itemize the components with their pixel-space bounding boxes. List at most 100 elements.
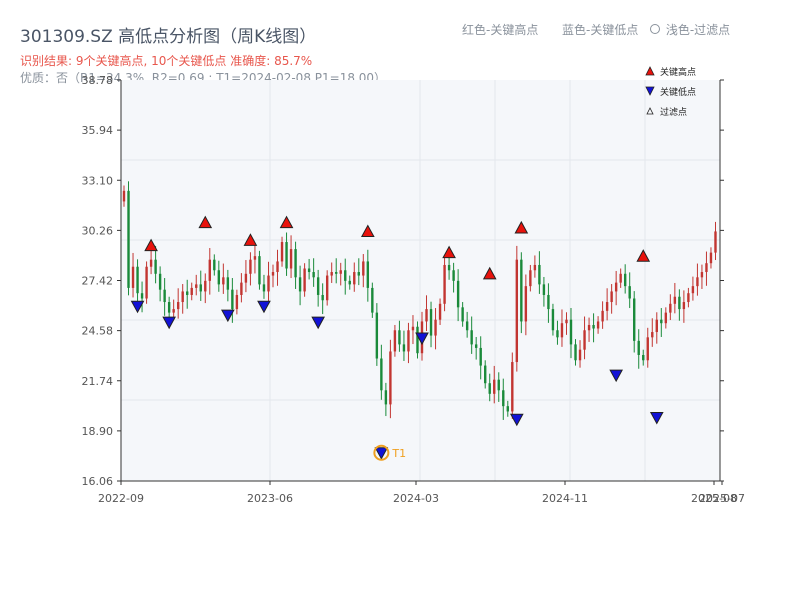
candle-body (330, 272, 333, 276)
candle-body (601, 310, 604, 322)
candle-body (682, 302, 686, 310)
candle-body (547, 294, 550, 310)
candle-body (190, 287, 193, 295)
x-tick-label: 2025-08 (691, 492, 737, 505)
candle-body (493, 379, 496, 394)
candle-body (592, 324, 595, 329)
candle-body (398, 330, 401, 345)
candle-body (714, 231, 717, 253)
candle-body (154, 259, 157, 274)
candle-body (353, 272, 356, 285)
candle (127, 181, 130, 296)
candle-body (312, 272, 315, 278)
candle-body (303, 268, 306, 292)
candle-body (294, 249, 297, 278)
candle-body (366, 261, 370, 288)
candle-body (461, 307, 464, 322)
candle-body (623, 273, 627, 287)
candle-body (646, 337, 649, 361)
candle (520, 252, 523, 334)
candle-body (339, 270, 342, 274)
candle-body (262, 284, 266, 292)
t1-label: T1 (391, 447, 406, 460)
candle-body (678, 296, 681, 310)
candle-body (465, 321, 469, 331)
candle-body (348, 280, 351, 285)
candle-body (258, 256, 261, 285)
candle-body (158, 273, 162, 290)
candle-body (556, 330, 559, 338)
candle-body (375, 312, 379, 359)
candle-body (673, 296, 677, 304)
candle-body (231, 289, 234, 310)
candle-body (249, 259, 252, 274)
candle-body (380, 358, 383, 391)
candle-body (578, 349, 582, 361)
candle-body (122, 190, 126, 202)
candle-body (506, 406, 509, 412)
candle-body (407, 330, 410, 352)
legend-high-icon (645, 66, 655, 76)
candle-body (551, 309, 555, 331)
y-tick-label: 24.58 (82, 325, 114, 338)
candle-body (172, 309, 175, 313)
candle-body (524, 286, 528, 322)
candle-body (696, 277, 699, 287)
y-tick-label: 16.06 (82, 475, 114, 488)
candle-body (217, 270, 221, 285)
candle-body (362, 261, 365, 276)
candle-body (565, 319, 568, 324)
candle-body (637, 340, 640, 355)
candle-body (610, 291, 613, 303)
candle-body (199, 284, 202, 292)
candle-body (384, 390, 388, 405)
candle-body (484, 365, 487, 384)
candle-body (429, 309, 433, 336)
candle-body (213, 259, 216, 271)
candle-body (276, 261, 279, 273)
candle-body (664, 312, 668, 324)
candle-body (253, 256, 257, 260)
candle-body (438, 303, 442, 320)
candle (511, 352, 514, 419)
candle-body (651, 332, 654, 338)
candle-body (569, 319, 573, 345)
candle-body (163, 289, 166, 303)
candle-body (479, 347, 482, 366)
candle-body (452, 270, 455, 281)
candle-body (596, 321, 600, 329)
candle-body (416, 326, 419, 354)
candle-body (289, 249, 293, 269)
legend-label: 关键低点 (660, 86, 696, 98)
candle-body (195, 284, 198, 288)
candle-body (574, 344, 577, 361)
candle-body (307, 268, 311, 273)
candle-body (691, 286, 695, 294)
candle-body (127, 190, 130, 288)
legend-label: 关键高点 (660, 66, 696, 78)
x-tick-label: 2024-11 (542, 492, 588, 505)
candle-body (226, 277, 230, 290)
y-tick-label: 21.74 (82, 375, 114, 388)
candle-body (628, 286, 631, 299)
candle-body (443, 264, 446, 304)
candle-body (560, 323, 564, 338)
candle-body (222, 277, 225, 285)
candle-body (583, 330, 586, 350)
candle-body (425, 309, 428, 322)
candle-body (502, 390, 505, 407)
candle-body (145, 266, 148, 299)
candle-body (411, 326, 415, 331)
candle-body (470, 330, 473, 345)
candle-body (709, 252, 713, 264)
candle-body (619, 273, 622, 283)
candle-body (705, 263, 708, 273)
candle-body (605, 302, 609, 311)
candle (416, 321, 419, 359)
candle-body (131, 266, 135, 288)
candle (145, 261, 148, 304)
candle-body (271, 272, 275, 276)
candle-body (140, 293, 144, 299)
candle-body (176, 302, 180, 310)
candle-body (587, 324, 591, 331)
